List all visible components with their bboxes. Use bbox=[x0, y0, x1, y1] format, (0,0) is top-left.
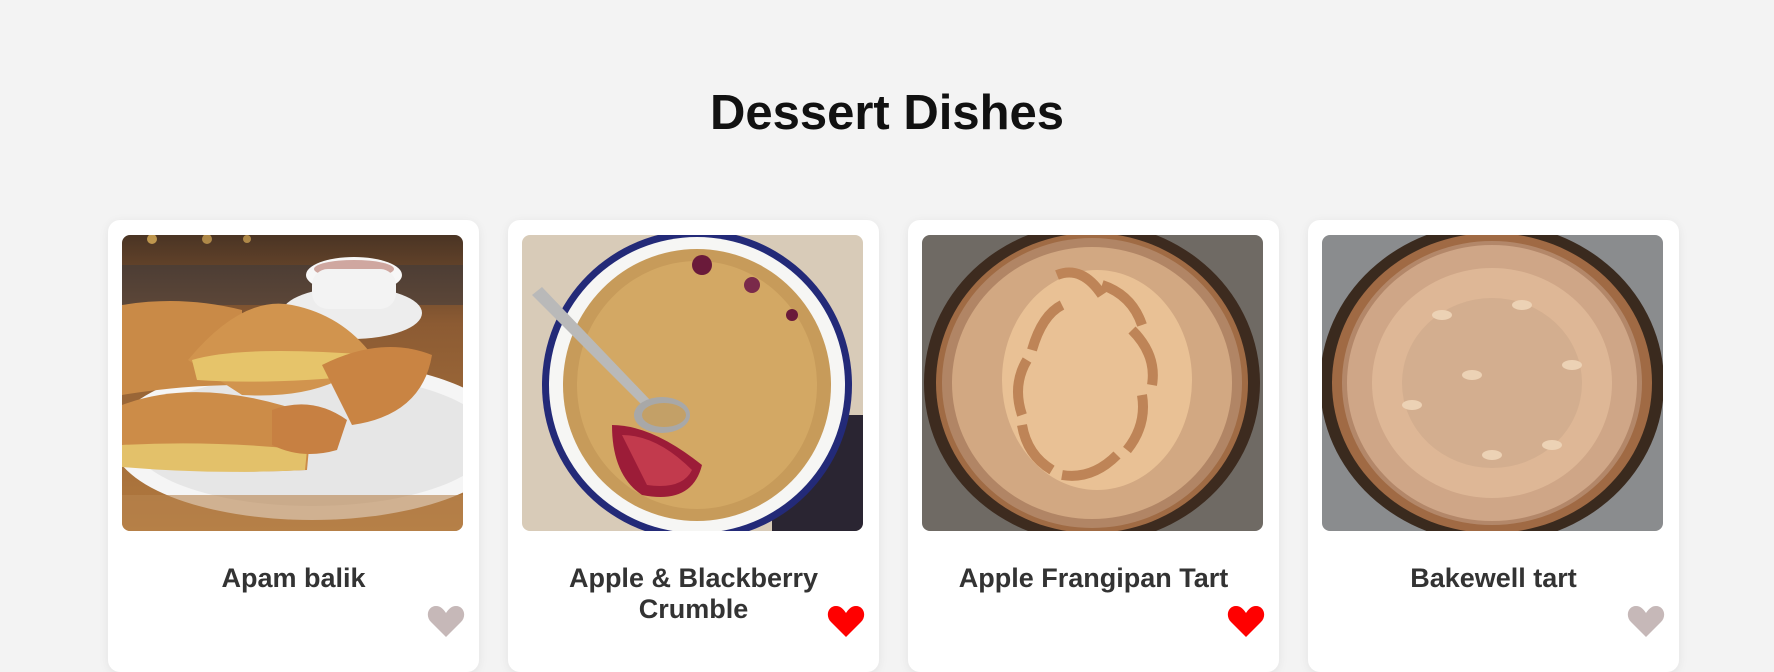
dish-card-apple-blackberry-crumble[interactable]: Apple & Blackberry Crumble bbox=[508, 220, 879, 672]
dish-title: Bakewell tart bbox=[1410, 563, 1577, 593]
dish-image[interactable] bbox=[122, 235, 463, 531]
dish-card-apam-balik[interactable]: Apam balik bbox=[108, 220, 479, 672]
dish-title: Apple & Blackberry Crumble bbox=[568, 563, 819, 624]
favorite-heart-icon[interactable] bbox=[827, 604, 865, 638]
dish-card-bakewell-tart[interactable]: Bakewell tart bbox=[1308, 220, 1679, 672]
dish-image[interactable] bbox=[522, 235, 863, 531]
favorite-heart-icon[interactable] bbox=[1227, 604, 1265, 638]
dish-title: Apam balik bbox=[221, 563, 366, 593]
dish-title: Apple Frangipan Tart bbox=[958, 563, 1229, 593]
page-title: Dessert Dishes bbox=[709, 86, 1065, 140]
dish-card-apple-frangipan-tart[interactable]: Apple Frangipan Tart bbox=[908, 220, 1279, 672]
dish-image[interactable] bbox=[922, 235, 1263, 531]
favorite-heart-icon[interactable] bbox=[427, 604, 465, 638]
dish-image[interactable] bbox=[1322, 235, 1663, 531]
favorite-heart-icon[interactable] bbox=[1627, 604, 1665, 638]
